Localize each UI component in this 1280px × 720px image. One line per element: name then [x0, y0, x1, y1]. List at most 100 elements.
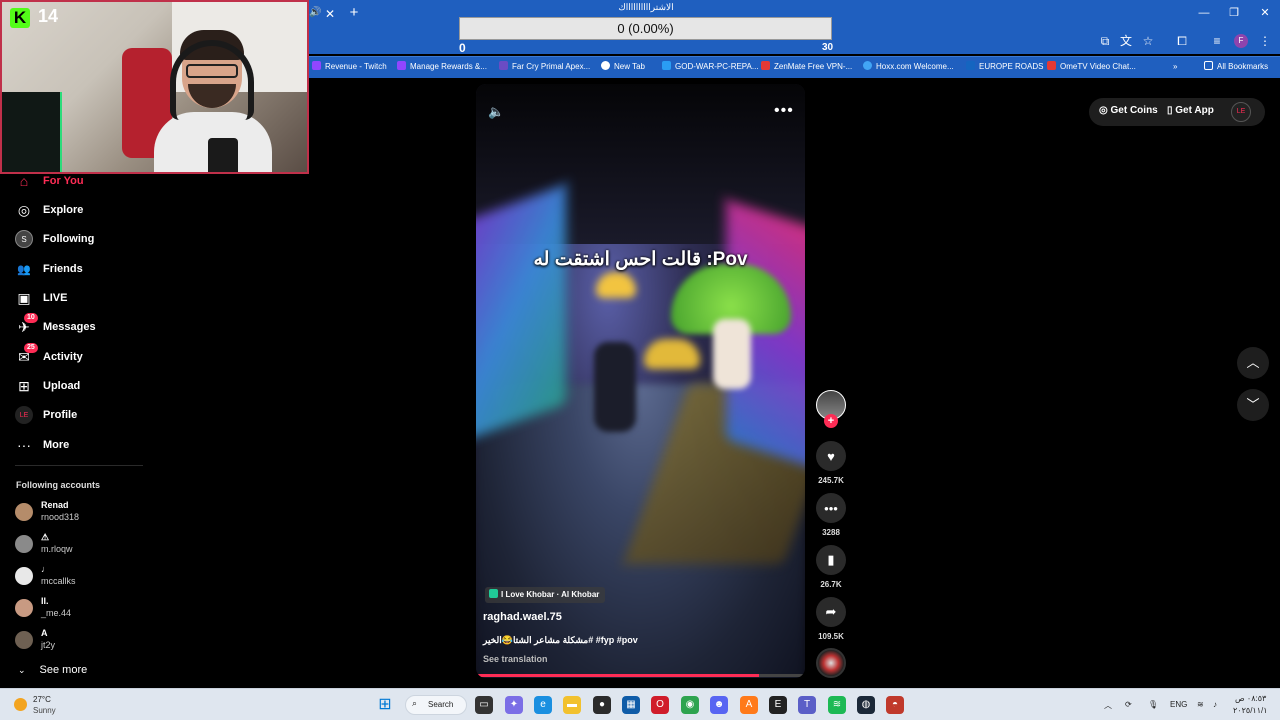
media-control-icon[interactable]: ≡ [1209, 33, 1225, 49]
comment-action[interactable]: ••• 3288 [816, 493, 846, 537]
keyboard-language[interactable]: ENG [1170, 700, 1187, 709]
weather-temperature[interactable]: 27°C [33, 695, 51, 704]
cast-icon[interactable]: ⧉ [1097, 33, 1113, 49]
share-action[interactable]: ➦ 109.5K [816, 597, 846, 641]
teams-icon[interactable]: T [798, 696, 816, 714]
follow-plus-button[interactable]: + [824, 414, 838, 428]
sidebar-item-explore[interactable]: ◎ Explore [15, 199, 145, 221]
discord-icon[interactable]: ☻ [710, 696, 728, 714]
tray-app-icon[interactable]: ⟳ [1125, 700, 1132, 709]
followed-account-item[interactable]: II. _me.44 [15, 596, 145, 622]
new-tab-button[interactable]: + [346, 5, 362, 21]
bookmark-item[interactable]: Revenue - Twitch [312, 60, 387, 74]
sidebar-item-for-you[interactable]: ⌂ For You [15, 170, 145, 192]
sidebar-item-following[interactable]: S Following [15, 228, 145, 250]
sidebar-item-upload[interactable]: ⊞ Upload [15, 375, 145, 397]
store-icon[interactable]: ▦ [622, 696, 640, 714]
followed-account-item[interactable]: ⚠ m.rloqw [15, 532, 145, 558]
sidebar-item-friends[interactable]: 👥 Friends [15, 258, 145, 280]
volume-icon[interactable]: ♪ [1213, 700, 1217, 709]
bookmark-item[interactable]: New Tab [601, 60, 645, 74]
bookmark-star-icon[interactable]: ☆ [1140, 33, 1156, 49]
get-app-button[interactable]: ▯ Get App [1167, 105, 1214, 116]
translate-icon[interactable]: 文 [1118, 33, 1134, 49]
extensions-icon[interactable]: ⧠ [1174, 33, 1190, 49]
bookmark-item[interactable]: ZenMate Free VPN-... [761, 60, 852, 74]
browser-profile-avatar[interactable]: F [1234, 34, 1248, 48]
bookmark-item[interactable]: Hoxx.com Welcome... [863, 60, 954, 74]
video-author[interactable]: raghad.wael.75 [483, 611, 562, 623]
sidebar-item-label: Messages [43, 321, 96, 333]
friends-icon: 👥 [17, 263, 31, 276]
app-icon[interactable]: A [740, 696, 758, 714]
see-more-button[interactable]: ⌄ See more [18, 664, 87, 676]
spotify-icon[interactable]: ≋ [828, 696, 846, 714]
bookmark-icon[interactable]: ▮ [816, 545, 846, 575]
get-coins-button[interactable]: ◎ Get Coins [1099, 105, 1158, 116]
video-progress-bar[interactable] [476, 674, 805, 677]
video-progress-fill [476, 674, 759, 677]
heart-icon[interactable]: ♥ [816, 441, 846, 471]
bookmark-item[interactable]: GOD-WAR-PC-REPA... [662, 60, 759, 74]
like-action[interactable]: ♥ 245.7K [816, 441, 846, 485]
window-minimize-button[interactable]: — [1189, 4, 1219, 22]
screen: 🔊 ✕ + — ❐ ✕ ⧉ 文 ☆ ⧠ ≡ ⋮ F Revenue - Twit… [0, 0, 1280, 720]
bookmark-item[interactable]: EUROPE ROADS [966, 60, 1043, 74]
window-restore-button[interactable]: ❐ [1219, 4, 1249, 22]
user-avatar[interactable]: LE [1231, 102, 1251, 122]
next-video-button[interactable]: ﹀ [1237, 389, 1269, 421]
sidebar-item-label: Following [43, 233, 95, 245]
chrome-icon[interactable]: ◉ [681, 696, 699, 714]
clock-date[interactable]: ٢٠٢٥/١١/١ [1233, 706, 1268, 715]
bookmark-item[interactable]: Far Cry Primal Apex... [499, 60, 590, 74]
epic-games-icon[interactable]: E [769, 696, 787, 714]
sidebar-item-profile[interactable]: LE Profile [15, 404, 145, 426]
sidebar-item-more[interactable]: ··· More [15, 434, 145, 456]
wifi-icon[interactable]: ≋ [1197, 700, 1204, 709]
bookmarks-overflow-icon[interactable]: » [1173, 60, 1177, 74]
browser-menu-icon[interactable]: ⋮ [1257, 33, 1273, 49]
followed-account-item[interactable]: Renad rnood318 [15, 500, 145, 526]
followed-account-item[interactable]: ♩ mccallks [15, 564, 145, 590]
sidebar-item-live[interactable]: ▣ LIVE [15, 287, 145, 309]
save-action[interactable]: ▮ 26.7K [816, 545, 846, 589]
tray-overflow-icon[interactable]: ︿ [1104, 700, 1112, 711]
share-icon[interactable]: ➦ [816, 597, 846, 627]
window-close-button[interactable]: ✕ [1250, 4, 1280, 22]
copilot-icon[interactable]: ✦ [505, 696, 523, 714]
windows-start-icon[interactable]: ⊞ [376, 696, 394, 714]
tab-close-icon[interactable]: ✕ [322, 6, 338, 22]
clock-time[interactable]: ٠٨:٥٣ ص [1235, 694, 1266, 703]
comment-icon[interactable]: ••• [816, 493, 846, 523]
video-player[interactable]: قالت احس اشتقت له :Pov 🔈 ••• I Love Khob… [476, 84, 805, 678]
edge-icon[interactable]: e [534, 696, 552, 714]
all-bookmarks-button[interactable]: All Bookmarks [1204, 60, 1268, 74]
file-explorer-icon[interactable]: ▬ [563, 696, 581, 714]
video-more-icon[interactable]: ••• [774, 102, 794, 120]
account-handle: rnood318 [41, 512, 80, 522]
steam-icon[interactable]: ◍ [857, 696, 875, 714]
location-tag[interactable]: I Love Khobar · Al Khobar [485, 587, 606, 603]
volume-icon[interactable]: 🔈 [488, 104, 504, 120]
previous-video-button[interactable]: ︿ [1237, 347, 1269, 379]
sidebar-item-activity[interactable]: ✉ 25 Activity [15, 343, 145, 368]
task-view-icon[interactable]: ▭ [475, 696, 493, 714]
video-scene-mushroom [644, 339, 700, 369]
microphone-icon[interactable]: 🎙 [1148, 700, 1158, 709]
bookmarks-bar: Revenue - Twitch Manage Rewards &... Far… [308, 56, 1280, 78]
bookmark-item[interactable]: Manage Rewards &... [397, 60, 487, 74]
bookmark-item[interactable]: OmeTV Video Chat... [1047, 60, 1136, 74]
followed-account-item[interactable]: Ajt2y [15, 628, 145, 654]
coin-icon: ◎ [1099, 105, 1111, 116]
see-translation-link[interactable]: See translation [483, 654, 548, 664]
goal-progress-bar: 0 (0.00%) [459, 17, 832, 40]
music-disc-icon[interactable] [816, 648, 846, 678]
messages-badge: 10 [24, 313, 38, 323]
sun-icon[interactable] [14, 698, 27, 711]
opera-icon[interactable]: O [651, 696, 669, 714]
tab-audio-icon[interactable]: 🔊 [309, 7, 321, 18]
app-icon[interactable]: ◓ [886, 696, 904, 714]
goal-label: الاشترااااااااااك [618, 2, 674, 12]
obs-icon[interactable]: ● [593, 696, 611, 714]
sidebar-item-messages[interactable]: ✈ 10 Messages [15, 313, 145, 338]
